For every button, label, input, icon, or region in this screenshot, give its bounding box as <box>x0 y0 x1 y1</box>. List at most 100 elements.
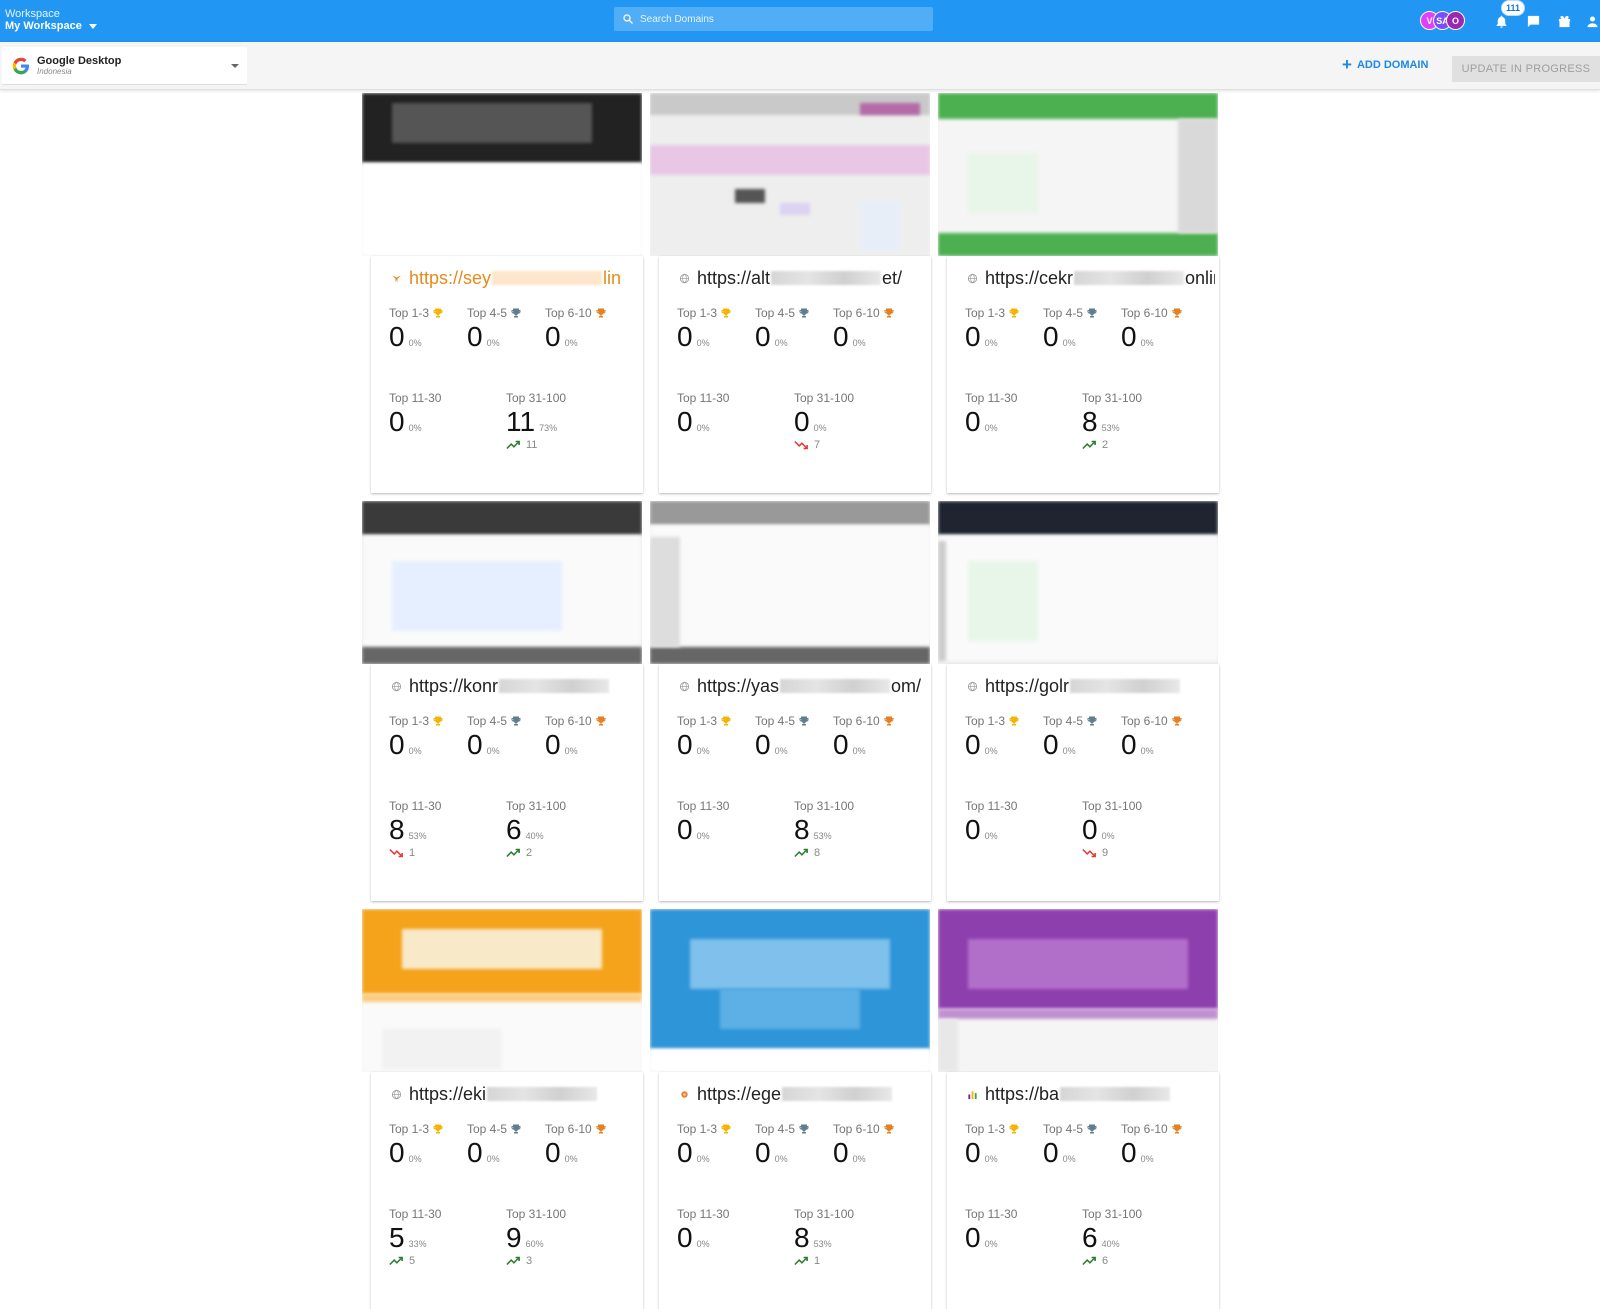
stat-label: Top 4-5 <box>467 306 508 320</box>
site-thumbnail[interactable] <box>362 501 642 664</box>
avatar-group[interactable]: V SA O <box>1420 11 1480 31</box>
stat-t1130: Top 11-30 0 0% <box>389 391 441 437</box>
globe-icon <box>677 271 691 285</box>
site-thumbnail[interactable] <box>938 501 1218 664</box>
search-engine-selector[interactable]: Google Desktop Indonesia <box>2 47 247 85</box>
thumbnail-block <box>650 647 930 664</box>
stat-label: Top 11-30 <box>389 1207 442 1221</box>
workspace-selector[interactable]: Workspace My Workspace <box>5 8 97 32</box>
trend-indicator: 6 <box>1082 1255 1142 1267</box>
search-input[interactable] <box>640 13 920 25</box>
stat-percent: 0% <box>1062 338 1076 348</box>
site-thumbnail[interactable] <box>650 93 930 256</box>
url-end: online/ <box>1185 267 1215 288</box>
redacted-mask <box>499 679 610 693</box>
stat-label: Top 31-100 <box>1082 391 1143 405</box>
site-thumbnail[interactable] <box>362 909 642 1072</box>
domain-url[interactable]: https://eki <box>389 1083 639 1105</box>
stat-t1130: Top 11-30 0 0% <box>965 391 1017 437</box>
url-start: https://golr <box>985 675 1070 696</box>
stat-value: 0 <box>965 1137 981 1168</box>
bronze-trophy-icon <box>1171 1123 1183 1135</box>
stat-percent: 0% <box>696 338 710 348</box>
stat-t610: Top 6-10 0 0% <box>833 714 895 760</box>
stat-label: Top 1-3 <box>965 1122 1006 1136</box>
silver-trophy-icon <box>510 1123 522 1135</box>
redacted-mask <box>771 271 882 285</box>
domain-url[interactable]: https://ba <box>965 1083 1215 1105</box>
domain-url[interactable]: https://sey lin <box>389 267 639 289</box>
stat-t13: Top 1-3 0 0% <box>389 1122 444 1168</box>
stat-t610: Top 6-10 0 0% <box>1121 306 1183 352</box>
thumbnail-block <box>382 1029 502 1069</box>
redacted-mask <box>780 679 891 693</box>
avatar[interactable]: O <box>1446 11 1465 30</box>
site-thumbnail[interactable] <box>650 501 930 664</box>
chat-icon[interactable] <box>1524 12 1542 30</box>
domain-url[interactable]: https://cekr online/ <box>965 267 1215 289</box>
stat-value: 0 <box>1121 321 1137 352</box>
engine-name: Google Desktop <box>37 54 122 67</box>
stat-percent: 40% <box>525 831 544 841</box>
add-domain-button[interactable]: + ADD DOMAIN <box>1342 55 1429 74</box>
thumbnail-block <box>860 201 900 251</box>
stat-label: Top 31-100 <box>506 799 567 813</box>
domain-url[interactable]: https://ege <box>677 1083 927 1105</box>
thumbnail-block <box>650 537 680 647</box>
domain-stats: https://golr Top 1-3 0 0% Top 4-5 0 0% Top 6-1… <box>947 664 1219 901</box>
url-start: https://ege <box>697 1083 782 1104</box>
plus-icon: + <box>1342 55 1352 74</box>
site-thumbnail[interactable] <box>650 909 930 1072</box>
stat-percent: 0% <box>984 746 998 756</box>
stat-t31100: Top 31-100 6 40% 2 <box>506 799 566 859</box>
trend-indicator: 11 <box>506 439 566 451</box>
stat-label: Top 4-5 <box>755 714 796 728</box>
stat-t31100: Top 31-100 8 53% 1 <box>794 1207 854 1267</box>
stat-percent: 0% <box>852 746 866 756</box>
stat-label: Top 11-30 <box>965 799 1018 813</box>
caret-down-icon <box>88 23 97 29</box>
search-icon <box>623 14 633 24</box>
stat-label: Top 1-3 <box>677 306 718 320</box>
site-thumbnail[interactable] <box>938 93 1218 256</box>
stat-percent: 0% <box>486 1154 500 1164</box>
thumbnail-block <box>860 103 920 115</box>
stat-value: 0 <box>389 321 405 352</box>
stat-value: 0 <box>1121 729 1137 760</box>
trend-indicator: 1 <box>389 847 441 859</box>
stat-value: 0 <box>545 729 561 760</box>
site-thumbnail[interactable] <box>938 909 1218 1072</box>
stat-percent: 0% <box>696 1154 710 1164</box>
stat-value: 0 <box>467 729 483 760</box>
silver-trophy-icon <box>1086 715 1098 727</box>
stat-t610: Top 6-10 0 0% <box>545 1122 607 1168</box>
stat-t45: Top 4-5 0 0% <box>1043 714 1098 760</box>
update-in-progress-button[interactable]: UPDATE IN PROGRESS <box>1452 56 1600 82</box>
stat-value: 0 <box>677 729 693 760</box>
stat-label: Top 1-3 <box>677 1122 718 1136</box>
domain-url[interactable]: https://golr <box>965 675 1215 697</box>
trend-value: 6 <box>1102 1255 1109 1267</box>
gift-icon[interactable] <box>1555 12 1573 30</box>
domain-url[interactable]: https://yas om/ <box>677 675 927 697</box>
stat-label: Top 11-30 <box>965 1207 1018 1221</box>
domain-url[interactable]: https://alt et/ <box>677 267 927 289</box>
search-box[interactable] <box>614 7 933 31</box>
url-start: https://ba <box>985 1083 1060 1104</box>
stat-t610: Top 6-10 0 0% <box>833 306 895 352</box>
trend-up-icon <box>794 1256 808 1266</box>
domain-url[interactable]: https://konr <box>389 675 639 697</box>
user-icon[interactable] <box>1583 12 1600 30</box>
stat-label: Top 6-10 <box>1121 714 1168 728</box>
thumbnail-block <box>968 153 1038 213</box>
stat-value: 0 <box>389 729 405 760</box>
stat-value: 8 <box>389 814 405 845</box>
stat-value: 6 <box>1082 1222 1098 1253</box>
thumbnail-block <box>650 525 930 647</box>
stat-percent: 0% <box>984 423 998 433</box>
trend-down-icon <box>389 848 403 858</box>
site-thumbnail[interactable] <box>362 93 642 256</box>
add-domain-label: ADD DOMAIN <box>1356 59 1429 71</box>
stat-percent: 33% <box>408 1239 427 1249</box>
stat-percent: 0% <box>1062 1154 1076 1164</box>
